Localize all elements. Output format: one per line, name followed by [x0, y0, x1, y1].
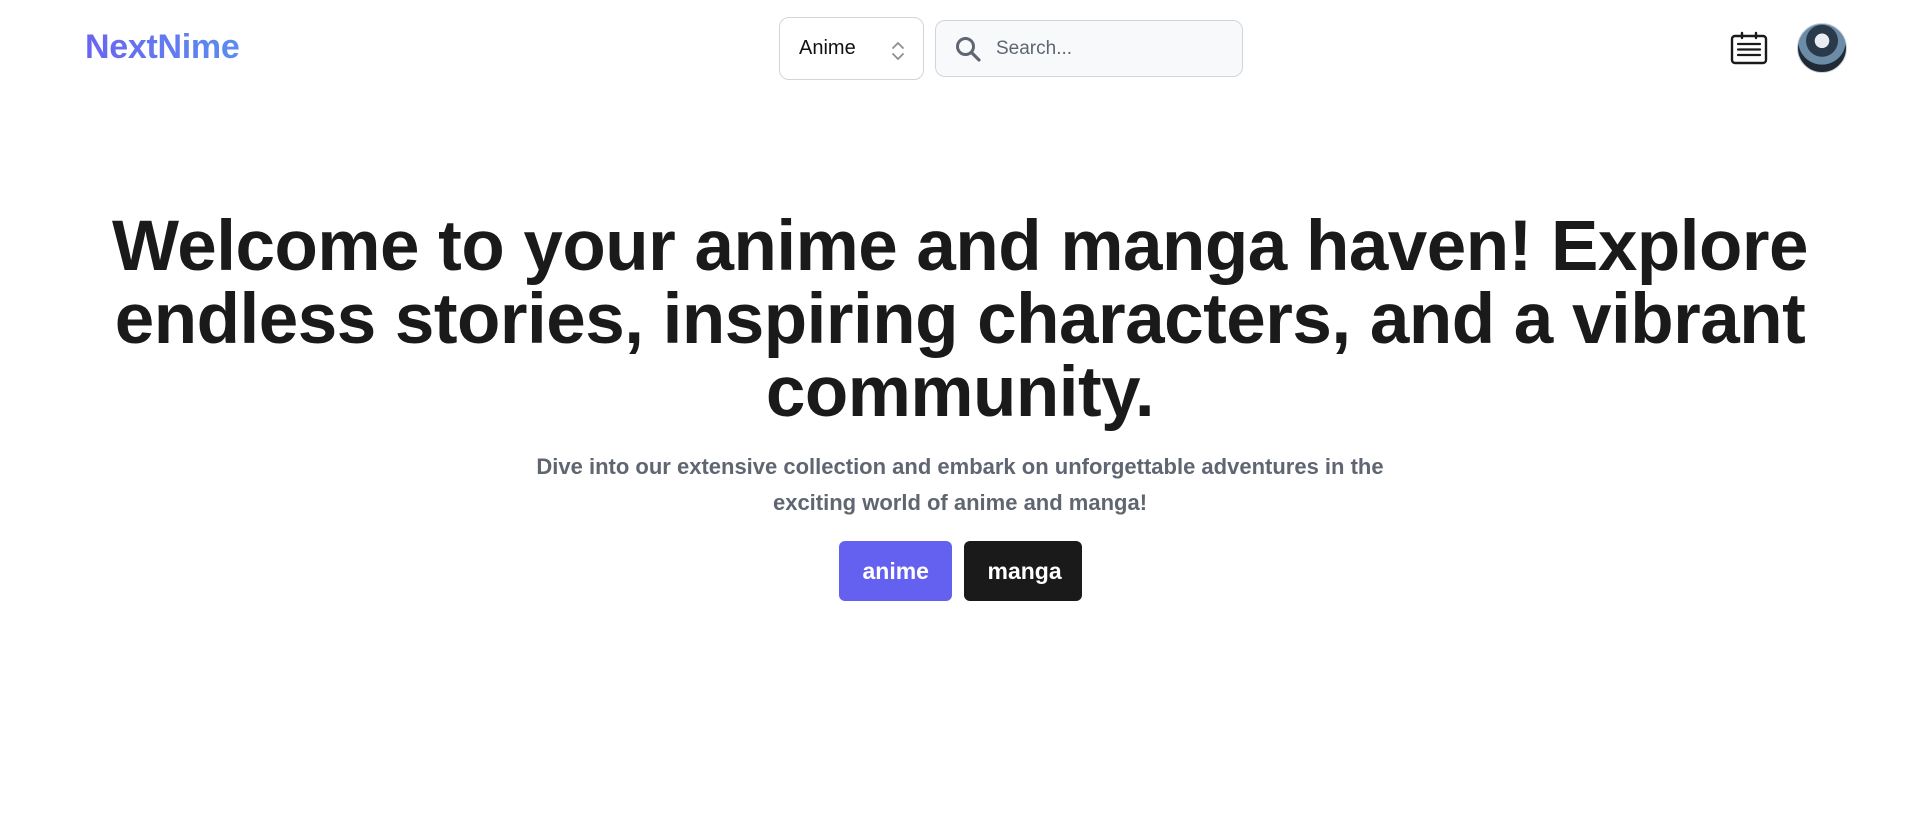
- avatar[interactable]: [1797, 23, 1847, 73]
- media-type-select-value: Anime: [799, 37, 856, 59]
- anime-button[interactable]: anime: [838, 541, 952, 601]
- search-icon: [956, 37, 981, 62]
- news-icon[interactable]: [1730, 30, 1768, 66]
- navbar: NextNime Anime: [0, 0, 1920, 96]
- manga-button[interactable]: manga: [963, 541, 1082, 601]
- search-input[interactable]: [996, 31, 1231, 67]
- media-type-select[interactable]: Anime: [779, 17, 924, 80]
- cta-buttons: anime manga: [0, 541, 1920, 601]
- brand-logo[interactable]: NextNime: [85, 28, 240, 67]
- search-box[interactable]: [935, 20, 1243, 77]
- chevron-updown-icon: [892, 42, 904, 60]
- hero-section: Welcome to your anime and manga haven! E…: [0, 210, 1920, 601]
- hero-subtitle: Dive into our extensive collection and e…: [536, 454, 1384, 515]
- hero-title: Welcome to your anime and manga haven! E…: [112, 207, 1808, 432]
